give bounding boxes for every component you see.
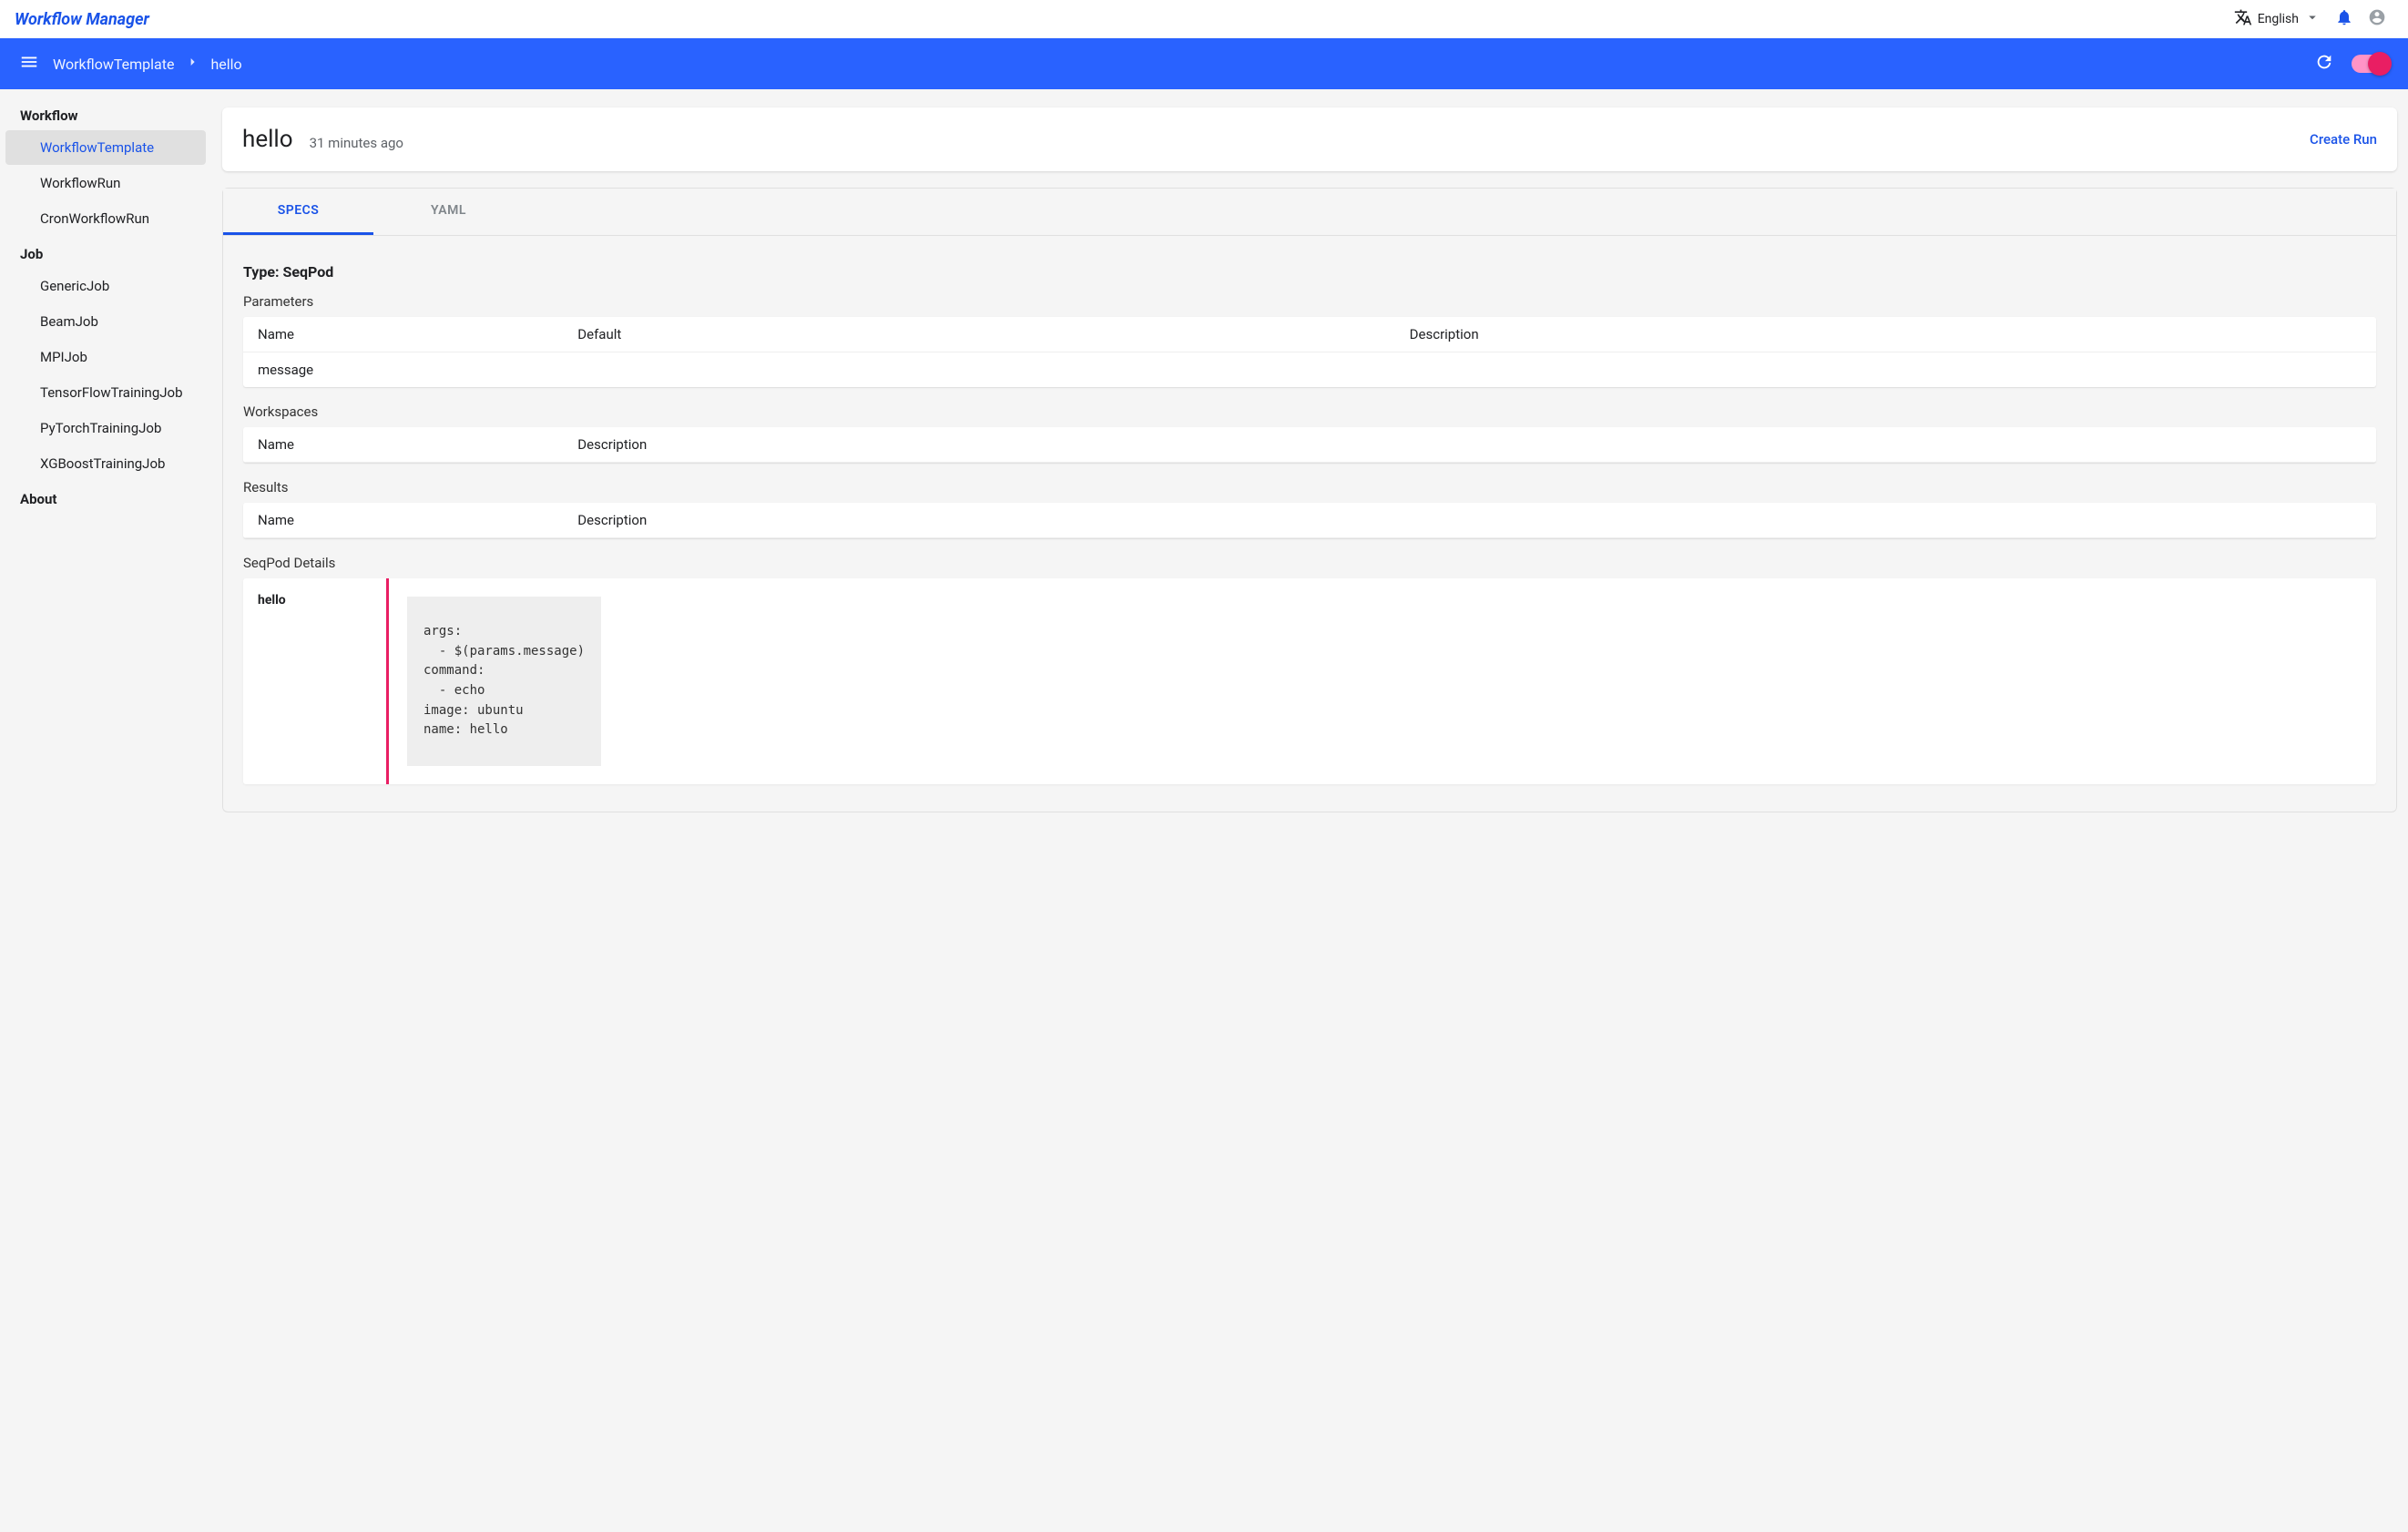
workspaces-title: Workspaces: [243, 403, 2376, 420]
sidebar-item-tensorflowtrainingjob[interactable]: TensorFlowTrainingJob: [5, 375, 206, 410]
seqpod-step-name[interactable]: hello: [243, 578, 389, 784]
sidebar-item-workflowrun[interactable]: WorkflowRun: [5, 166, 206, 200]
workspaces-table: Name Description: [243, 427, 2376, 463]
refresh-button[interactable]: [2308, 47, 2341, 80]
sidebar: Workflow WorkflowTemplate WorkflowRun Cr…: [0, 89, 211, 1532]
param-default: [563, 352, 1394, 388]
sidebar-item-pytorchtrainingjob[interactable]: PyTorchTrainingJob: [5, 411, 206, 445]
workflow-header-card: hello 31 minutes ago Create Run: [222, 107, 2397, 171]
bell-icon: [2335, 8, 2353, 30]
breadcrumb: WorkflowTemplate hello: [53, 55, 242, 73]
menu-button[interactable]: [13, 47, 46, 80]
account-circle-icon: [2368, 8, 2386, 30]
sidebar-group-job: Job: [0, 237, 211, 268]
chevron-right-icon: [185, 55, 199, 73]
toggle-knob: [2368, 52, 2392, 76]
tab-specs[interactable]: SPECS: [223, 189, 373, 235]
sidebar-item-mpijob[interactable]: MPIJob: [5, 340, 206, 374]
results-col-description: Description: [563, 503, 2376, 538]
results-table: Name Description: [243, 503, 2376, 538]
workflow-name: hello: [242, 126, 293, 153]
parameters-col-description: Description: [1395, 317, 2376, 352]
type-line: Type: SeqPod: [243, 263, 2376, 281]
spec-panel: SPECS YAML Type: SeqPod Parameters Name …: [222, 188, 2397, 812]
sidebar-item-xgboosttrainingjob[interactable]: XGBoostTrainingJob: [5, 446, 206, 481]
sidebar-group-workflow: Workflow: [0, 98, 211, 129]
language-label: English: [2258, 12, 2299, 26]
chevron-down-icon: [2304, 9, 2321, 29]
seqpod-code: args: - $(params.message) command: - ech…: [407, 597, 601, 766]
sidebar-group-about[interactable]: About: [0, 482, 211, 513]
main-content: hello 31 minutes ago Create Run SPECS YA…: [211, 89, 2408, 1532]
account-button[interactable]: [2361, 3, 2393, 36]
refresh-icon: [2314, 52, 2334, 76]
results-col-name: Name: [243, 503, 563, 538]
translate-icon: [2234, 8, 2252, 30]
parameters-title: Parameters: [243, 293, 2376, 310]
breadcrumb-root[interactable]: WorkflowTemplate: [53, 56, 174, 73]
param-description: [1395, 352, 2376, 388]
language-selector[interactable]: English: [2227, 5, 2328, 34]
theme-toggle[interactable]: [2352, 55, 2390, 73]
tab-yaml[interactable]: YAML: [373, 189, 524, 235]
notifications-button[interactable]: [2328, 3, 2361, 36]
workspaces-col-name: Name: [243, 427, 563, 463]
param-name: message: [243, 352, 563, 388]
parameters-col-default: Default: [563, 317, 1394, 352]
seqpod-details-title: SeqPod Details: [243, 555, 2376, 571]
workspaces-col-description: Description: [563, 427, 2376, 463]
tabs: SPECS YAML: [223, 189, 2396, 236]
parameters-col-name: Name: [243, 317, 563, 352]
workflow-timestamp: 31 minutes ago: [310, 135, 403, 151]
parameters-table: Name Default Description message: [243, 317, 2376, 387]
results-title: Results: [243, 479, 2376, 495]
breadcrumb-current: hello: [210, 56, 241, 73]
sidebar-item-beamjob[interactable]: BeamJob: [5, 304, 206, 339]
sidebar-item-workflowtemplate[interactable]: WorkflowTemplate: [5, 130, 206, 165]
app-title[interactable]: Workflow Manager: [15, 10, 149, 29]
top-header: Workflow Manager English: [0, 0, 2408, 38]
sidebar-item-genericjob[interactable]: GenericJob: [5, 269, 206, 303]
toolbar: WorkflowTemplate hello: [0, 38, 2408, 89]
seqpod-details-box: hello args: - $(params.message) command:…: [243, 578, 2376, 784]
create-run-button[interactable]: Create Run: [2310, 131, 2377, 148]
sidebar-item-cronworkflowrun[interactable]: CronWorkflowRun: [5, 201, 206, 236]
table-row: message: [243, 352, 2376, 388]
menu-icon: [19, 52, 39, 76]
